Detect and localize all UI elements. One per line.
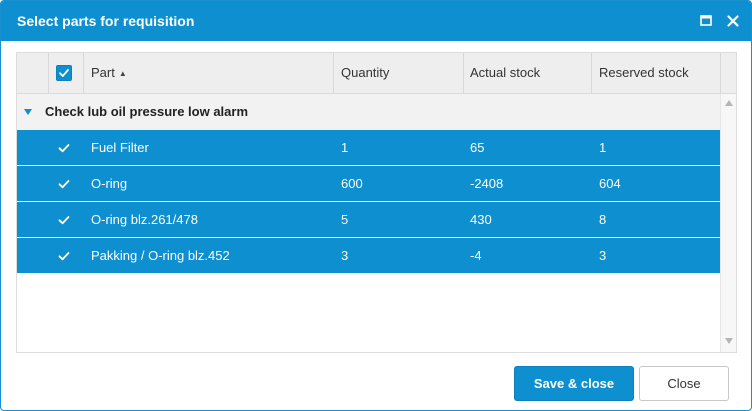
checkmark-icon[interactable] <box>57 141 71 155</box>
scroll-up-icon[interactable] <box>725 100 733 106</box>
column-header-label: Quantity <box>341 65 390 80</box>
checkmark-icon[interactable] <box>57 177 71 191</box>
cell-actual-stock: -4 <box>470 248 482 263</box>
close-button[interactable]: Close <box>639 366 729 401</box>
expand-triangle-icon[interactable] <box>23 107 33 117</box>
dialog-title: Select parts for requisition <box>17 13 195 29</box>
column-divider <box>83 53 84 93</box>
scroll-down-icon[interactable] <box>725 338 733 344</box>
column-divider <box>463 53 464 93</box>
select-all-checkbox[interactable] <box>56 65 72 81</box>
cell-part: Pakking / O-ring blz.452 <box>91 248 230 263</box>
save-and-close-button[interactable]: Save & close <box>514 366 634 401</box>
column-header-label: Part <box>91 65 115 80</box>
table-row[interactable]: O-ring 600 -2408 604 <box>17 166 720 201</box>
column-header-quantity[interactable]: Quantity <box>341 53 389 93</box>
table-row[interactable]: Pakking / O-ring blz.452 3 -4 3 <box>17 238 720 273</box>
cell-actual-stock: -2408 <box>470 176 504 191</box>
cell-reserved-stock: 3 <box>599 248 607 263</box>
checkmark-icon <box>59 69 69 77</box>
grid-header: Part ▲ Quantity Actual stock Reserved sto… <box>17 53 736 94</box>
dialog-titlebar: Select parts for requisition <box>1 1 751 41</box>
cell-part: O-ring <box>91 176 128 191</box>
column-header-label: Reserved stock <box>599 65 689 80</box>
cell-reserved-stock: 1 <box>599 140 607 155</box>
table-row[interactable]: O-ring blz.261/478 5 430 8 <box>17 202 720 237</box>
close-icon[interactable] <box>723 11 743 31</box>
vertical-scrollbar[interactable] <box>720 94 736 352</box>
group-label: Check lub oil pressure low alarm <box>45 104 249 119</box>
cell-quantity: 600 <box>341 176 363 191</box>
cell-quantity: 3 <box>341 248 349 263</box>
select-parts-dialog: Select parts for requisition Part ▲ Quant… <box>0 0 752 411</box>
column-divider <box>333 53 334 93</box>
column-header-label: Actual stock <box>470 65 541 80</box>
column-header-actual-stock[interactable]: Actual stock <box>470 53 540 93</box>
column-divider <box>591 53 592 93</box>
column-divider <box>720 53 721 93</box>
group-row[interactable]: Check lub oil pressure low alarm <box>17 94 720 130</box>
cell-quantity: 5 <box>341 212 349 227</box>
table-row[interactable]: Fuel Filter 1 65 1 <box>17 130 720 165</box>
sort-ascending-icon: ▲ <box>118 69 127 78</box>
parts-grid: Part ▲ Quantity Actual stock Reserved sto… <box>16 52 737 353</box>
cell-quantity: 1 <box>341 140 349 155</box>
cell-part: Fuel Filter <box>91 140 149 155</box>
cell-reserved-stock: 8 <box>599 212 607 227</box>
checkmark-icon[interactable] <box>57 249 71 263</box>
cell-actual-stock: 430 <box>470 212 492 227</box>
column-header-reserved-stock[interactable]: Reserved stock <box>599 53 689 93</box>
maximize-icon[interactable] <box>696 11 716 31</box>
cell-actual-stock: 65 <box>470 140 485 155</box>
column-divider <box>48 53 49 93</box>
column-header-part[interactable]: Part ▲ <box>91 53 127 93</box>
checkmark-icon[interactable] <box>57 213 71 227</box>
cell-reserved-stock: 604 <box>599 176 621 191</box>
cell-part: O-ring blz.261/478 <box>91 212 198 227</box>
